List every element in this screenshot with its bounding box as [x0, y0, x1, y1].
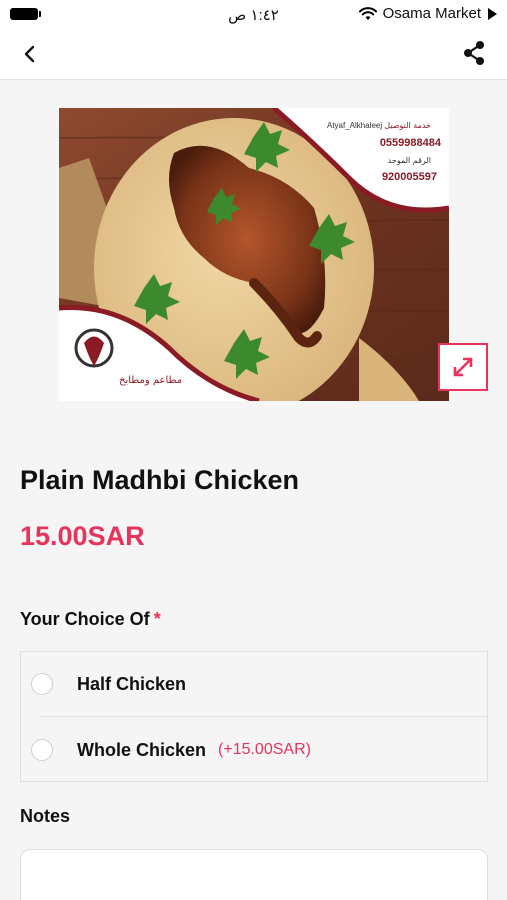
share-icon	[464, 41, 484, 65]
option-label: Half Chicken	[77, 673, 187, 694]
option-extra-price: (+15.00SAR)	[218, 741, 311, 758]
choice-options: Half Chicken Whole Chicken (+15.00SAR)	[20, 651, 488, 782]
wifi-icon	[358, 6, 377, 20]
app-header	[0, 28, 507, 80]
instagram-handle: Atyaf_Alkhaleej	[327, 121, 382, 130]
choice-heading: Your Choice Of *	[20, 609, 161, 630]
product-photo: Atyaf_Alkhaleej خدمة التوصيل 0559988484 …	[59, 108, 449, 401]
play-icon	[488, 7, 497, 20]
notes-input[interactable]	[20, 849, 488, 900]
product-price: 15.00SAR	[20, 521, 145, 551]
product-image[interactable]: Atyaf_Alkhaleej خدمة التوصيل 0559988484 …	[59, 108, 449, 401]
share-button[interactable]	[459, 38, 489, 68]
brand-name: مطاعم ومطابخ	[119, 375, 182, 386]
carrier-name: Osama Market	[382, 5, 481, 22]
option-divider	[41, 716, 487, 717]
back-button[interactable]	[16, 40, 44, 68]
delivery-label: خدمة التوصيل	[384, 121, 431, 130]
status-bar: ١:٤٢ ص Osama Market	[0, 0, 507, 28]
required-mark: *	[153, 609, 161, 629]
chevron-left-icon	[24, 45, 35, 63]
expand-icon	[453, 357, 473, 377]
expand-image-button[interactable]	[438, 343, 488, 391]
radio-button[interactable]	[31, 673, 53, 695]
notes-label: Notes	[20, 806, 71, 826]
unified-label: الرقم الموحد	[388, 156, 431, 165]
option-whole-chicken[interactable]: Whole Chicken (+15.00SAR)	[21, 718, 487, 782]
unified-phone: 920005597	[382, 171, 437, 183]
product-title: Plain Madhbi Chicken	[20, 465, 300, 495]
carrier-area: Osama Market	[358, 5, 497, 22]
option-label: Whole Chicken	[77, 739, 207, 760]
radio-button[interactable]	[31, 739, 53, 761]
choice-label: Your Choice Of	[20, 609, 150, 629]
delivery-phone: 0559988484	[380, 137, 442, 149]
option-half-chicken[interactable]: Half Chicken	[21, 652, 487, 716]
